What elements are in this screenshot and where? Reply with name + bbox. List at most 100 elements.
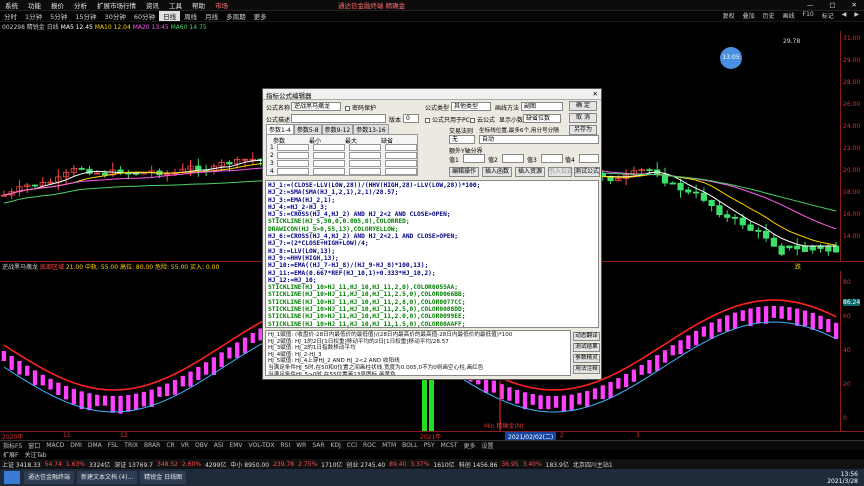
period-3[interactable]: 15分钟 [71, 11, 100, 21]
menu-item-function[interactable]: 功能 [23, 0, 46, 10]
indicator-tab-1[interactable]: 窗口 [25, 441, 43, 450]
menu-item-help[interactable]: 帮助 [187, 0, 210, 10]
taskbar-app-notepad[interactable]: 新建文本文档 (4)... [77, 471, 138, 484]
code-line[interactable]: STICKLINE(HJ_10>HJ_11,HJ_10,HJ_11,2,0),C… [268, 284, 596, 291]
param-cell[interactable] [277, 160, 309, 167]
code-line[interactable]: STICKLINE(HJ_10>HJ_11,HJ_10,HJ_11,2.0,0)… [268, 313, 596, 320]
period-5[interactable]: 60分钟 [130, 11, 159, 21]
chart-button-6[interactable]: ◀ [839, 11, 850, 20]
param-cell[interactable] [385, 152, 417, 159]
tab-param-1-4[interactable]: 参数1-4 [266, 124, 294, 134]
indicator-tab-5[interactable]: FSL [105, 442, 122, 449]
menu-item-system[interactable]: 系统 [0, 0, 23, 10]
indicator-tab-0[interactable]: 指标F5 [0, 441, 25, 450]
indicator-tab-7[interactable]: BRAR [141, 442, 163, 449]
code-line[interactable]: HJ_2:=SMA(SMA(HJ_1,2,1),2,1)/28.57; [268, 189, 596, 196]
insert-function-button[interactable]: 插入函数 [482, 167, 512, 177]
period-0[interactable]: 分时 [0, 11, 21, 21]
indicator-tab-6[interactable]: TRIX [121, 442, 141, 449]
maximize-icon[interactable]: □ [824, 1, 840, 9]
taskbar-app-chart[interactable]: 精锐金 日线图 [140, 471, 187, 484]
param-cell[interactable] [277, 152, 309, 159]
code-line[interactable]: HJ_1:=(CLOSE-LLV(LOW,28))/(HHV(HIGH,28)-… [268, 182, 596, 189]
windows-start-icon[interactable] [4, 471, 20, 484]
param-cell[interactable] [277, 168, 309, 175]
indicator-tab-3[interactable]: DMI [67, 442, 85, 449]
tab-ext[interactable]: 扩展F [0, 450, 21, 459]
trade-rule-select[interactable]: 无 [449, 135, 475, 144]
formula-desc-input[interactable] [291, 114, 386, 123]
chart-button-2[interactable]: 历史 [760, 11, 778, 20]
indicator-tab-12[interactable]: EMV [226, 442, 245, 449]
type-select[interactable]: 其他类型 [451, 102, 491, 111]
code-line[interactable]: HJ_11:=EMA(0.667*REF(HJ_10,1)+0.333*HJ_1… [268, 270, 596, 277]
save-as-button[interactable]: 另存为 [569, 125, 597, 135]
indicator-tab-4[interactable]: DMA [85, 442, 105, 449]
code-line[interactable]: HJ_10:=EMA((HJ_7-HJ_8)/(HJ_9-HJ_8)*100,1… [268, 262, 596, 269]
cancel-button[interactable]: 取 消 [569, 113, 597, 123]
chart-button-4[interactable]: F10 [800, 11, 817, 20]
edit-ops-button[interactable]: 编辑操作 [449, 167, 479, 177]
param-cell[interactable] [313, 152, 345, 159]
menu-item-quote[interactable]: 报价 [46, 0, 69, 10]
indicator-name[interactable]: 逆战黑马擒龙 [2, 264, 38, 271]
indicator-tab-17[interactable]: KDJ [328, 442, 344, 449]
param-cell[interactable] [385, 144, 417, 151]
code-line[interactable]: STICKLINE(HJ_10>HJ_11,HJ_10,HJ_11,2.5,0)… [268, 306, 596, 313]
cloud-checkbox[interactable]: 云公式 [470, 115, 495, 124]
period-10[interactable]: 更多 [250, 11, 271, 21]
period-7[interactable]: 周线 [180, 11, 201, 21]
code-line[interactable]: HJ_5:=CROSS(HJ_4,HJ_2) AND HJ_2<2 AND CL… [268, 211, 596, 218]
code-line[interactable]: HJ_12:=HJ_10; [268, 277, 596, 284]
menu-item-market[interactable]: 市场 [210, 0, 233, 10]
code-line[interactable]: STICKLINE(HJ_5,50,0,0.005,0),COLORRED; [268, 218, 596, 225]
indicator-tab-19[interactable]: ROC [360, 442, 379, 449]
indicator-tab-11[interactable]: ASI [211, 442, 227, 449]
indicator-tab-10[interactable]: OBV [192, 442, 211, 449]
code-line[interactable]: HJ_9:=HHV(HIGH,13); [268, 255, 596, 262]
taskbar-app-tdx[interactable]: 通达信金融终端 [24, 471, 75, 484]
param-wizard-button[interactable]: 参数精灵 [573, 354, 600, 363]
chart-button-0[interactable]: 复权 [720, 11, 738, 20]
period-6[interactable]: 日线 [159, 11, 181, 21]
indicator-tab-13[interactable]: VOL-TDX [246, 442, 278, 449]
chart-button-7[interactable]: ▶ [851, 11, 862, 20]
period-2[interactable]: 5分钟 [46, 11, 71, 21]
code-line[interactable]: HJ_8:=LLV(LOW,13); [268, 248, 596, 255]
close-icon[interactable]: ✕ [847, 1, 862, 9]
value4-input[interactable] [579, 154, 599, 163]
code-line[interactable]: DRAWICON(HJ_5>0,55,13),COLORYELLOW; [268, 226, 596, 233]
indicator-tab-21[interactable]: BOLL [399, 442, 420, 449]
test-formula-button[interactable]: 测试公式 [574, 167, 600, 177]
code-line[interactable]: HJ_6:=CROSS(HJ_4,HJ_2) AND HJ_2<2.1 AND … [268, 233, 596, 240]
param-cell[interactable] [385, 160, 417, 167]
param-cell[interactable] [349, 168, 381, 175]
tab-param-9-12[interactable]: 参数9-12 [321, 124, 354, 134]
indicator-tab-22[interactable]: PSY [421, 442, 438, 449]
version-input[interactable]: 0 [403, 114, 419, 123]
indicator-tab-2[interactable]: MACD [43, 442, 67, 449]
dynamic-translate-button[interactable]: 动态翻译 [573, 332, 600, 341]
param-cell[interactable] [313, 168, 345, 175]
dialog-close-icon[interactable]: ✕ [593, 90, 598, 98]
chart-button-1[interactable]: 叠加 [740, 11, 758, 20]
param-cell[interactable] [313, 160, 345, 167]
password-checkbox[interactable]: 密码保护 [345, 103, 376, 112]
tab-focus[interactable]: 关注Tab [21, 450, 49, 459]
decimal-select[interactable]: 缺省位数 [523, 114, 561, 123]
param-cell[interactable] [349, 160, 381, 167]
period-9[interactable]: 多周期 [222, 11, 250, 21]
code-line[interactable]: STICKLINE(HJ_10>HJ_11,HJ_10,HJ_11,2,8,0)… [268, 299, 596, 306]
import-formula-button[interactable]: 引入公式 [548, 167, 573, 177]
code-line[interactable]: HJ_7:=(2*CLOSE+HIGH+LOW)/4; [268, 240, 596, 247]
param-cell[interactable] [313, 144, 345, 151]
period-8[interactable]: 月线 [201, 11, 222, 21]
indicator-tab-8[interactable]: CR [163, 442, 177, 449]
draw-method-select[interactable]: 副图 [521, 102, 563, 111]
chart-button-5[interactable]: 标记 [819, 11, 837, 20]
indicator-tab-15[interactable]: WR [293, 442, 309, 449]
usage-notes-button[interactable]: 用法注释 [573, 365, 600, 374]
tab-param-13-16[interactable]: 参数13-16 [353, 124, 389, 134]
indicator-tab-16[interactable]: SAR [309, 442, 327, 449]
indicator-tab-23[interactable]: MCST [438, 442, 461, 449]
